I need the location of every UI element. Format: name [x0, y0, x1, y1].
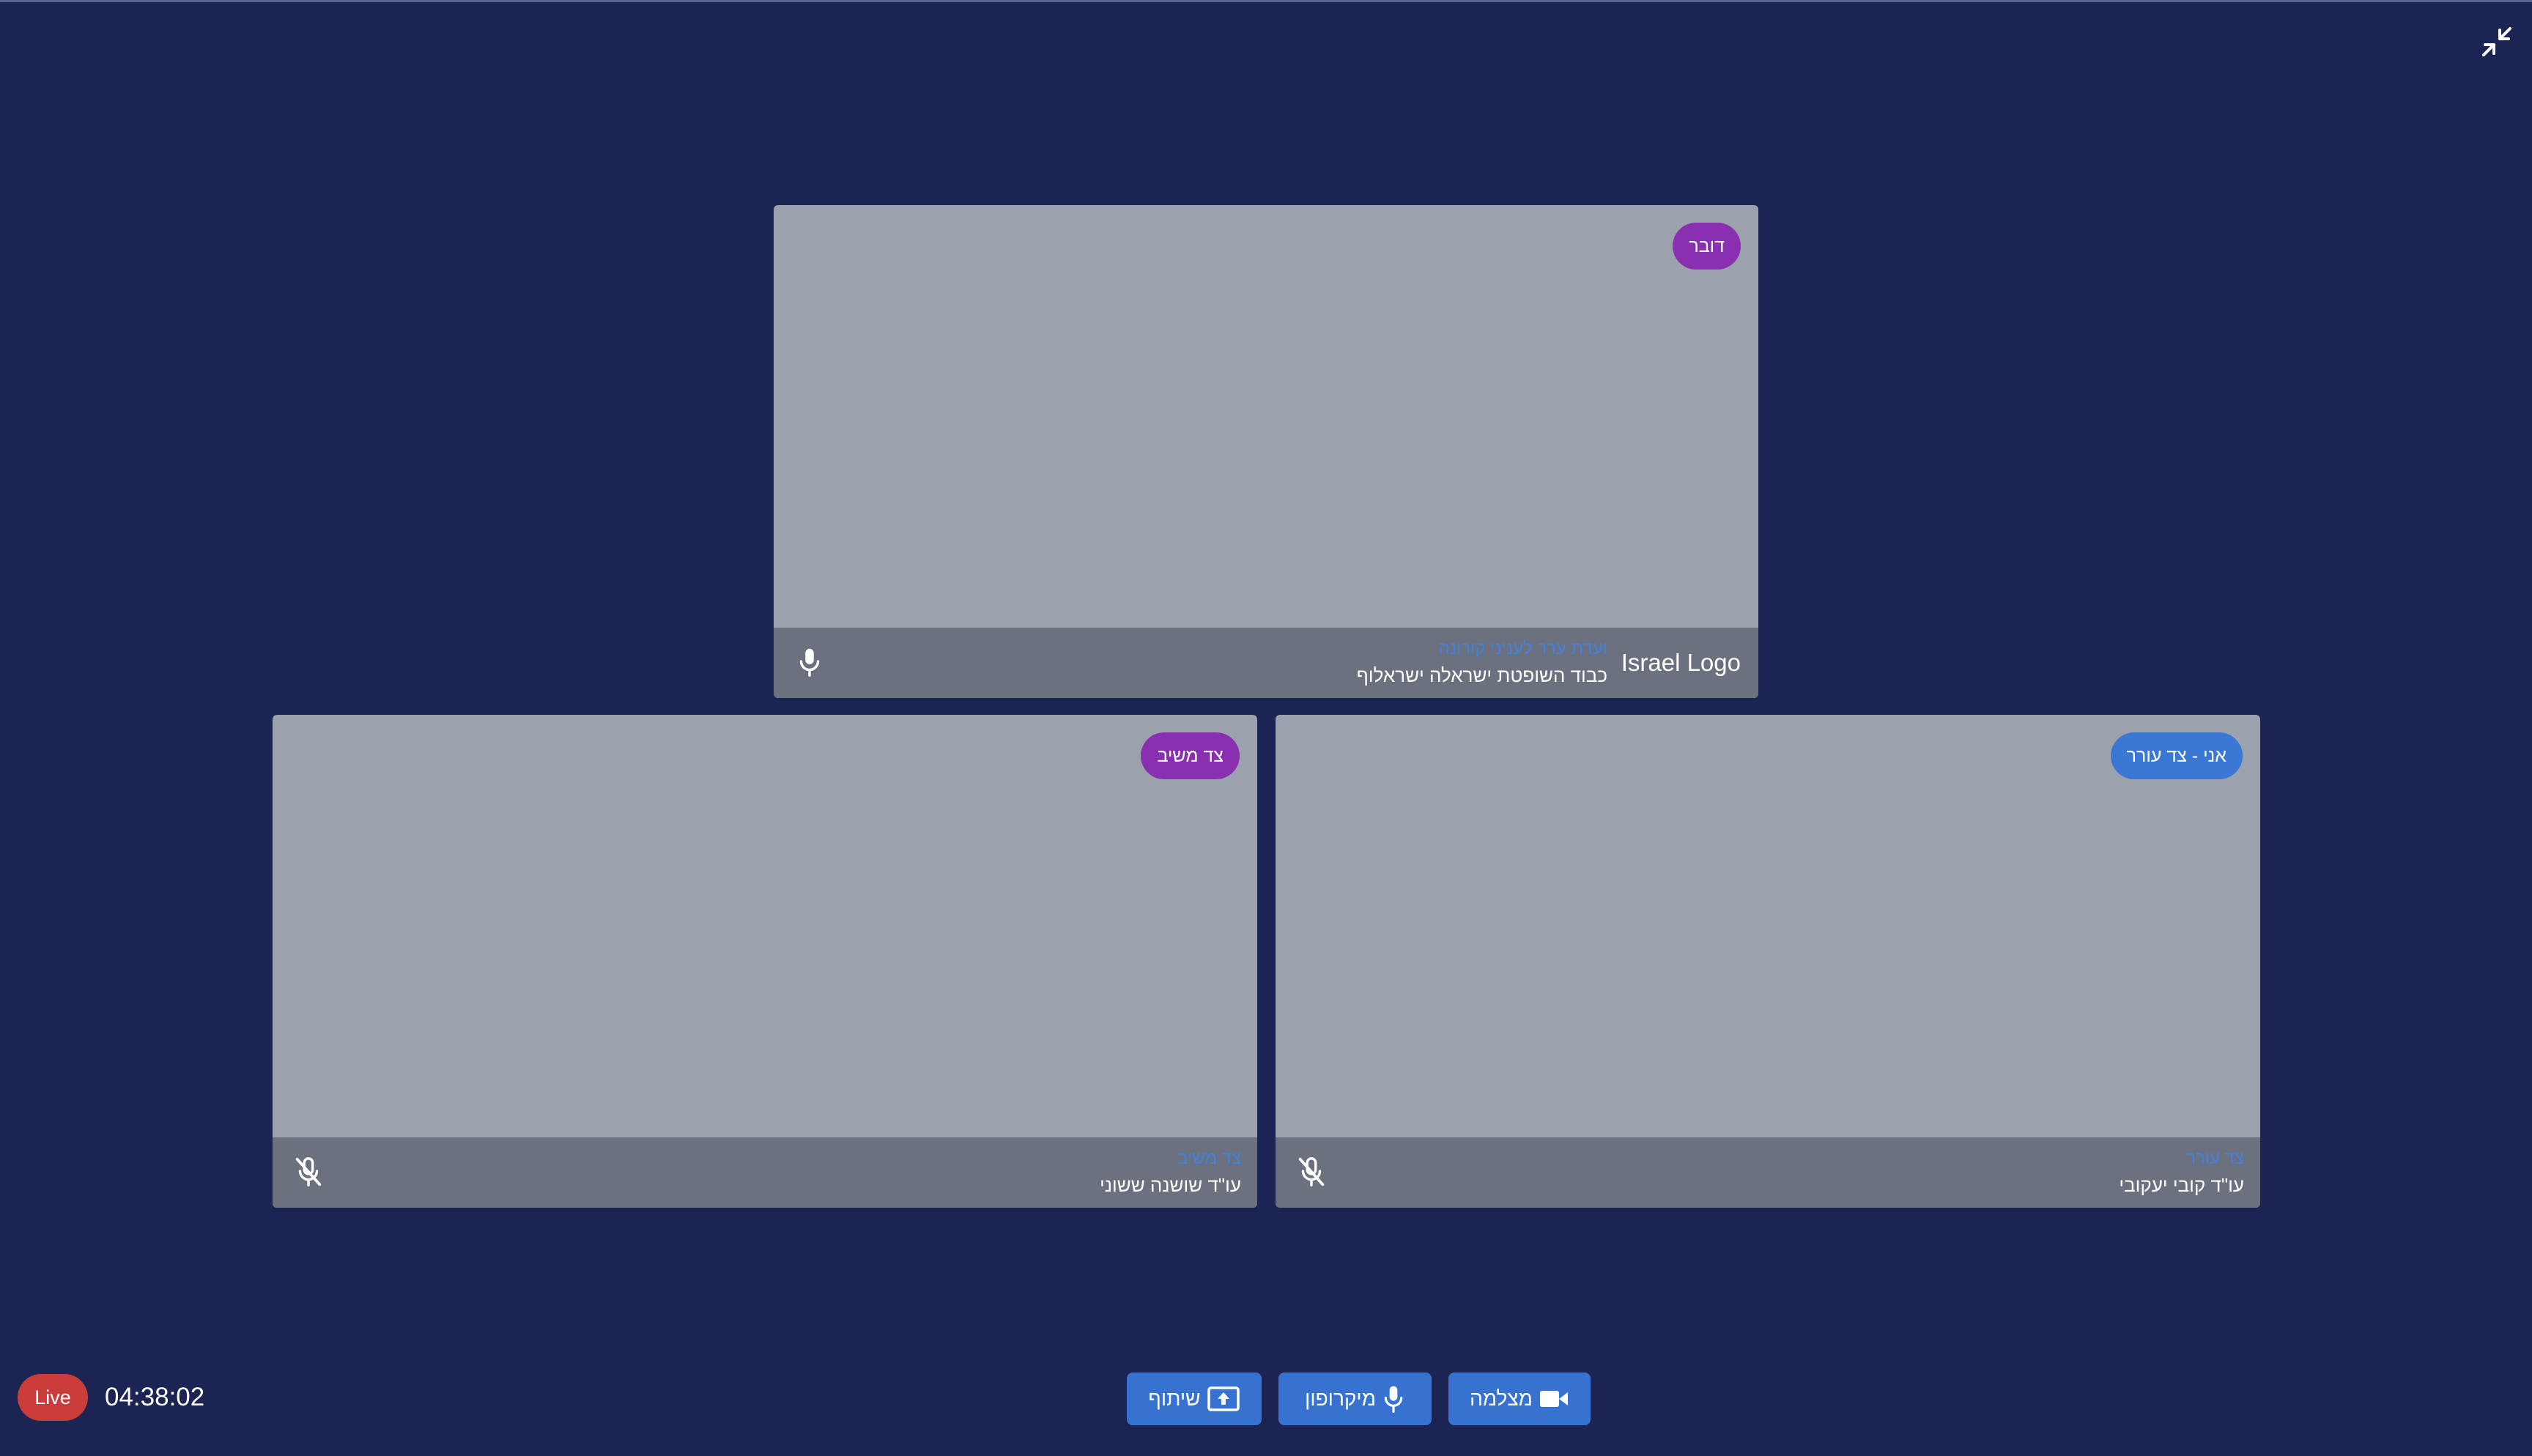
microphone-icon [1384, 1386, 1403, 1413]
video-tile-judge[interactable]: דובר ועדת ערר לעניני קורונה כבוד השופטת … [774, 205, 1758, 698]
video-tile-respondent[interactable]: צד משיב צד משיב עו"ד שושנה ששוני [273, 715, 1257, 1208]
role-badge-respondent: צד משיב [1141, 732, 1240, 779]
participant-mic-toggle[interactable] [1295, 1155, 1328, 1189]
microphone-label: מיקרופון [1305, 1387, 1376, 1410]
camera-button[interactable]: מצלמה [1448, 1373, 1591, 1425]
exit-fullscreen-icon [2482, 27, 2511, 56]
microphone-off-icon [1298, 1157, 1325, 1186]
participant-name: עו"ד קובי יעקובי [2119, 1174, 2244, 1196]
participant-mic-toggle[interactable] [292, 1155, 325, 1189]
microphone-off-icon [295, 1157, 322, 1186]
court-logo-text: Israel Logo [1621, 649, 1741, 676]
participant-name: כבוד השופטת ישראלה ישראלוף [1356, 664, 1607, 686]
participant-name: עו"ד שושנה ששוני [1100, 1174, 1241, 1196]
participant-group: צד עורר [2186, 1148, 2244, 1168]
microphone-button[interactable]: מיקרופון [1278, 1373, 1432, 1425]
role-badge-self: אני - צד עורר [2110, 732, 2243, 779]
microphone-icon [799, 648, 820, 677]
share-screen-button[interactable]: שיתוף [1127, 1373, 1262, 1425]
screen-share-icon [1207, 1386, 1240, 1411]
participant-identity: צד משיב עו"ד שושנה ששוני [1100, 1146, 1241, 1199]
session-timer: 04:38:02 [105, 1383, 205, 1411]
participant-info-bar: צד עורר עו"ד קובי יעקובי [1276, 1137, 2260, 1208]
video-tile-self-appellant[interactable]: אני - צד עורר צד עורר עו"ד קובי יעקובי [1276, 715, 2260, 1208]
video-camera-icon [1539, 1391, 1568, 1407]
participant-identity: ועדת ערר לעניני קורונה כבוד השופטת ישראל… [1357, 636, 1607, 689]
participant-info-bar: צד משיב עו"ד שושנה ששוני [273, 1137, 1257, 1208]
participant-mic-toggle[interactable] [793, 645, 826, 679]
exit-fullscreen-button[interactable] [2479, 24, 2514, 59]
camera-label: מצלמה [1470, 1387, 1533, 1410]
participant-info-bar: ועדת ערר לעניני קורונה כבוד השופטת ישראל… [774, 628, 1758, 698]
participant-group: צד משיב [1177, 1148, 1241, 1168]
video-conference-screen: דובר ועדת ערר לעניני קורונה כבוד השופטת … [0, 0, 2532, 1456]
share-screen-label: שיתוף [1148, 1387, 1201, 1410]
participant-group: ועדת ערר לעניני קורונה [1438, 639, 1607, 658]
live-badge: Live [18, 1374, 88, 1421]
role-badge-speaker: דובר [1673, 223, 1741, 270]
participant-identity: צד עורר עו"ד קובי יעקובי [2119, 1146, 2244, 1199]
